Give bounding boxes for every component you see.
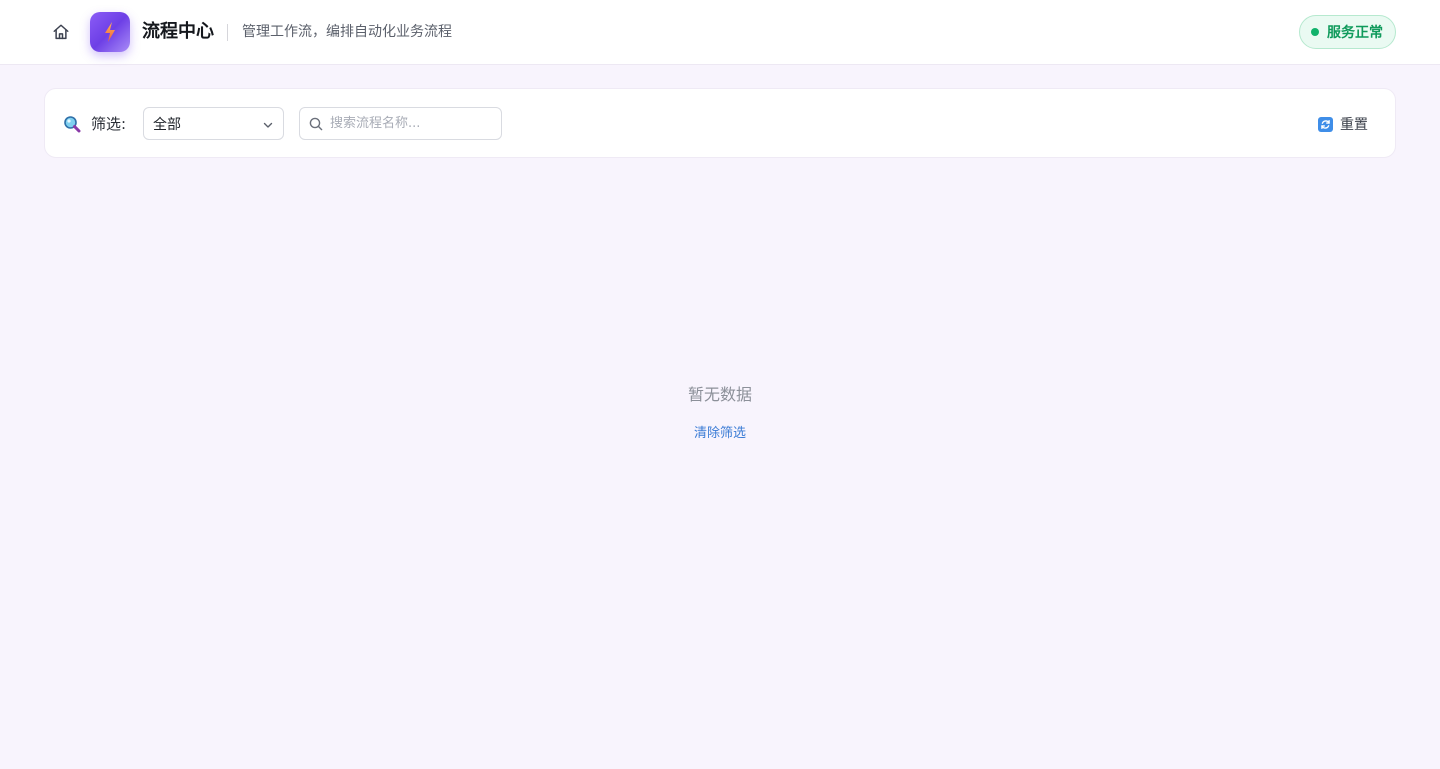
magnifier-icon [64, 116, 81, 133]
chevron-down-icon [263, 122, 273, 128]
lightning-icon [105, 22, 115, 42]
service-status-text: 服务正常 [1327, 25, 1383, 41]
app-subtitle: 管理工作流，编排自动化业务流程 [242, 24, 452, 40]
home-icon [53, 24, 69, 40]
search-box [299, 107, 502, 140]
refresh-icon [1318, 116, 1333, 132]
home-button[interactable] [49, 20, 73, 44]
empty-state-message: 暂无数据 [687, 385, 752, 404]
title-divider [227, 24, 228, 41]
reset-button[interactable]: 重置 [1318, 113, 1368, 135]
app-logo [90, 12, 130, 52]
top-bar: 流程中心 管理工作流，编排自动化业务流程 服务正常 [0, 0, 1440, 65]
search-icon [309, 117, 323, 131]
filter-label: 筛选: [91, 115, 127, 133]
filter-bar: 筛选: 全部 重置 [44, 88, 1396, 158]
clear-filter-link[interactable]: 清除筛选 [672, 424, 768, 444]
reset-label: 重置 [1340, 117, 1368, 133]
category-select-value: 全部 [153, 116, 181, 133]
search-input[interactable] [330, 108, 498, 139]
app-title: 流程中心 [142, 21, 214, 42]
status-dot-icon [1311, 28, 1319, 36]
service-status-badge: 服务正常 [1299, 15, 1396, 49]
category-select[interactable]: 全部 [143, 107, 284, 140]
